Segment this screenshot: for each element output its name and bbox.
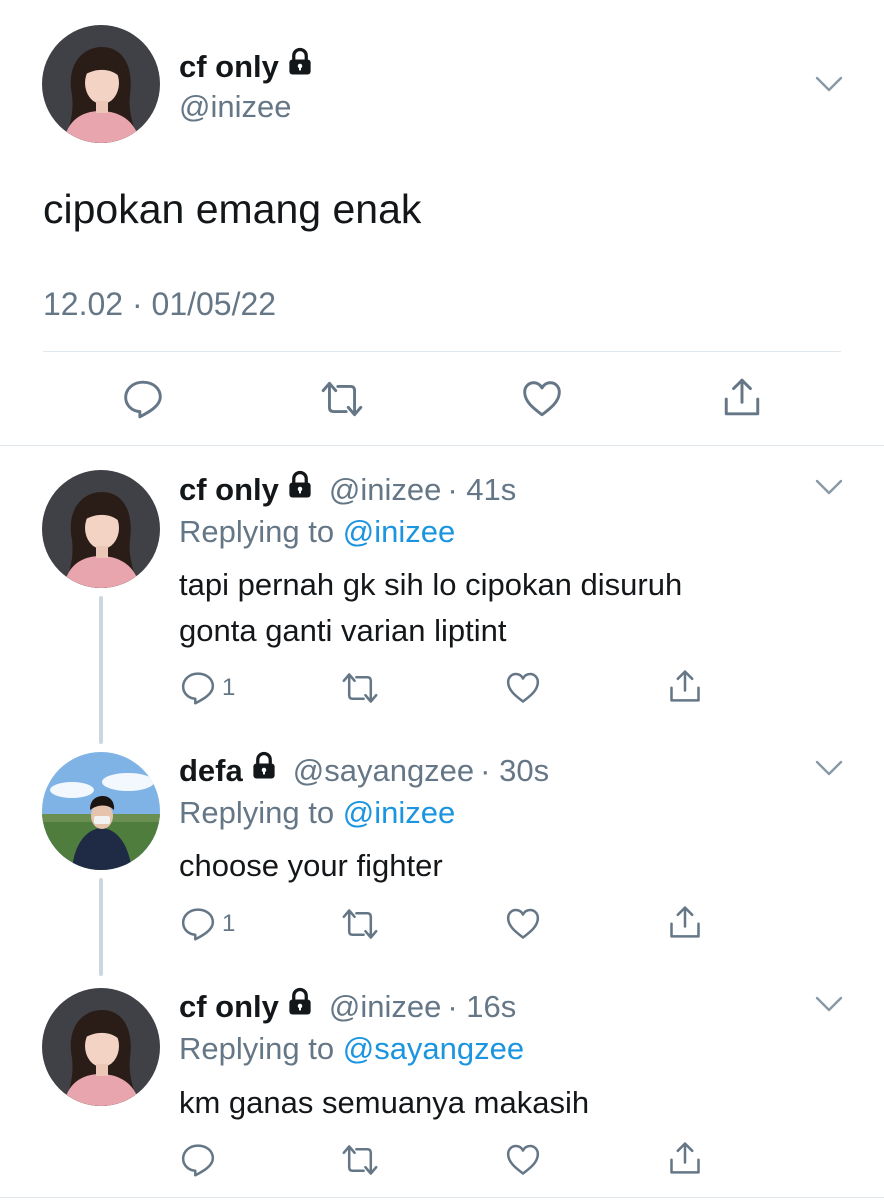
thread-line [99, 878, 103, 976]
reply-text: choose your fighter [179, 843, 443, 889]
handle[interactable]: @inizee [329, 989, 441, 1025]
reply-time: · 16s [447, 989, 517, 1024]
share-icon [667, 1140, 703, 1176]
reply-time: · 30s [480, 753, 550, 788]
retweet-icon [319, 378, 365, 420]
mention-link[interactable]: @sayangzee [343, 1031, 524, 1066]
reply-icon [180, 1142, 216, 1178]
reply-text-line: gonta ganti varian liptint [179, 613, 507, 648]
avatar[interactable] [42, 752, 160, 870]
thread-line [99, 596, 103, 744]
retweet-button[interactable] [340, 670, 380, 706]
replying-to: Replying to @inizee [179, 514, 455, 550]
divider [43, 351, 841, 352]
heart-icon [505, 1142, 541, 1178]
like-button[interactable] [505, 670, 541, 706]
chevron-down-icon[interactable] [815, 478, 843, 496]
chevron-down-icon[interactable] [815, 75, 843, 93]
reply-button[interactable]: 1 [180, 670, 235, 706]
heart-icon [505, 906, 541, 942]
lock-icon [285, 987, 315, 1017]
replying-to-label: Replying to [179, 1031, 343, 1066]
like-button[interactable] [505, 1142, 541, 1178]
reply-text-line: choose your fighter [179, 848, 443, 883]
display-name[interactable]: cf only [179, 49, 279, 85]
retweet-icon [340, 906, 380, 942]
tweet-text: cipokan emang enak [43, 186, 422, 232]
replying-to: Replying to @sayangzee [179, 1031, 524, 1067]
reply-button[interactable]: 1 [180, 906, 235, 942]
display-name[interactable]: defa [179, 753, 243, 789]
display-name[interactable]: cf only [179, 989, 279, 1025]
reply-text: km ganas semuanya makasih [179, 1080, 589, 1126]
author-name-row: cf only [179, 47, 315, 85]
mention-link[interactable]: @inizee [343, 514, 455, 549]
share-button[interactable] [721, 376, 763, 418]
lock-icon [285, 47, 315, 77]
mention-link[interactable]: @inizee [343, 795, 455, 830]
retweet-icon [340, 1142, 380, 1178]
display-name[interactable]: cf only [179, 472, 279, 508]
reply-icon [180, 670, 216, 706]
tweet-timestamp[interactable]: 12.02 · 01/05/22 [43, 286, 276, 323]
reply-header: cf only @inizee · 41s [179, 470, 516, 508]
reply-button[interactable] [122, 378, 164, 420]
chevron-down-icon[interactable] [815, 995, 843, 1013]
like-button[interactable] [505, 906, 541, 942]
replying-to-label: Replying to [179, 795, 343, 830]
replying-to: Replying to @inizee [179, 795, 455, 831]
share-button[interactable] [667, 1140, 703, 1176]
reply-text-line: tapi pernah gk sih lo cipokan disuruh [179, 567, 683, 602]
heart-icon [505, 670, 541, 706]
reply-header: defa @sayangzee · 30s [179, 751, 549, 789]
handle[interactable]: @inizee [179, 89, 291, 125]
lock-icon [285, 470, 315, 500]
lock-icon [249, 751, 279, 781]
reply-time: · 41s [447, 472, 517, 507]
retweet-button[interactable] [340, 1142, 380, 1178]
reply-button[interactable] [180, 1142, 216, 1178]
handle[interactable]: @inizee [329, 472, 441, 508]
heart-icon [521, 378, 563, 420]
like-button[interactable] [521, 378, 563, 420]
replying-to-label: Replying to [179, 514, 343, 549]
reply-icon [180, 906, 216, 942]
avatar[interactable] [42, 25, 160, 143]
share-button[interactable] [667, 668, 703, 704]
share-icon [667, 904, 703, 940]
divider [0, 445, 884, 446]
share-icon [721, 376, 763, 418]
reply-text: tapi pernah gk sih lo cipokan disuruh go… [179, 562, 682, 654]
divider [0, 1197, 884, 1198]
share-button[interactable] [667, 904, 703, 940]
retweet-button[interactable] [319, 378, 365, 420]
avatar[interactable] [42, 988, 160, 1106]
chevron-down-icon[interactable] [815, 759, 843, 777]
reply-count: 1 [222, 910, 236, 937]
retweet-button[interactable] [340, 906, 380, 942]
reply-count: 1 [222, 674, 236, 701]
retweet-icon [340, 670, 380, 706]
reply-header: cf only @inizee · 16s [179, 987, 516, 1025]
handle[interactable]: @sayangzee [293, 753, 474, 789]
avatar[interactable] [42, 470, 160, 588]
share-icon [667, 668, 703, 704]
reply-text-line: km ganas semuanya makasih [179, 1085, 590, 1120]
reply-icon [122, 378, 164, 420]
